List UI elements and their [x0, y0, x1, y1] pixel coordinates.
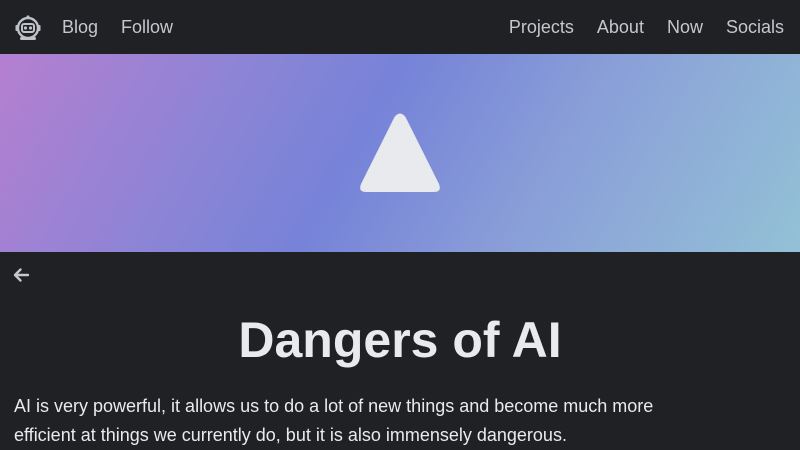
triangle-icon — [360, 113, 440, 192]
nav-link-blog[interactable]: Blog — [62, 17, 98, 38]
nav-right-group: Projects About Now Socials — [486, 0, 784, 54]
post-title: Dangers of AI — [238, 312, 562, 368]
robot-face-icon[interactable] — [14, 14, 42, 42]
nav-link-now[interactable]: Now — [667, 17, 703, 38]
post-intro-paragraph: AI is very powerful, it allows us to do … — [14, 396, 654, 445]
nav-link-projects[interactable]: Projects — [509, 17, 574, 38]
top-navbar: Blog Follow Projects About Now Socials — [0, 0, 800, 54]
arrow-left-icon[interactable] — [11, 265, 31, 285]
hero-banner — [0, 54, 800, 252]
nav-link-follow[interactable]: Follow — [121, 17, 173, 38]
nav-left-group: Blog Follow — [62, 0, 196, 54]
nav-link-socials[interactable]: Socials — [726, 17, 784, 38]
nav-link-about[interactable]: About — [597, 17, 644, 38]
